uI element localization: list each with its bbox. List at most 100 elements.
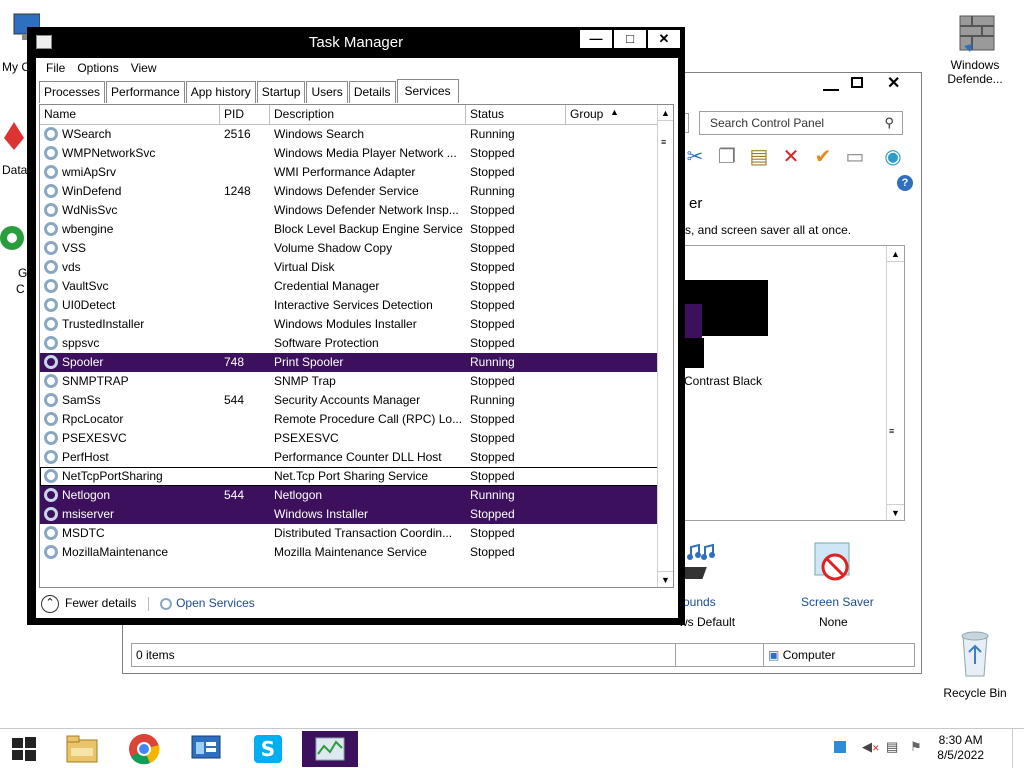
action-center-icon[interactable]: ⚑: [910, 739, 922, 755]
gear-icon: [44, 354, 58, 369]
scroll-thumb[interactable]: ≡: [889, 426, 894, 436]
service-description: Credential Manager: [274, 279, 380, 293]
volume-muted-icon[interactable]: ◀✕: [862, 739, 880, 755]
table-row[interactable]: TrustedInstaller Windows Modules Installe…: [40, 315, 660, 334]
delete-icon[interactable]: ✕: [779, 145, 803, 169]
tab-performance[interactable]: Performance: [106, 81, 185, 103]
service-status-cell: Stopped: [470, 201, 566, 220]
scroll-thumb[interactable]: ≡: [661, 137, 666, 147]
table-row[interactable]: NetTcpPortSharing Net.Tcp Port Sharing Se…: [40, 467, 660, 486]
service-description-cell: Security Accounts Manager: [274, 391, 466, 410]
tab-startup[interactable]: Startup: [256, 81, 306, 103]
table-row[interactable]: Netlogon 544 Netlogon Running: [40, 486, 660, 505]
scroll-down-button[interactable]: ▼: [887, 504, 904, 520]
shell-icon[interactable]: ◉: [881, 145, 905, 169]
screen-saver-link[interactable]: Screen Saver: [801, 595, 874, 609]
column-header-description[interactable]: Description: [270, 105, 466, 124]
maximize-button[interactable]: □: [614, 30, 646, 48]
table-row[interactable]: sppsvc Software Protection Stopped: [40, 334, 660, 353]
table-row[interactable]: PerfHost Performance Counter DLL Host Stop…: [40, 448, 660, 467]
service-description: Windows Installer: [274, 507, 369, 521]
file-explorer-button[interactable]: [54, 731, 110, 767]
desktop-icon-data[interactable]: Data: [0, 120, 30, 177]
table-row[interactable]: RpcLocator Remote Procedure Call (RPC) Lo…: [40, 410, 660, 429]
table-row[interactable]: MozillaMaintenance Mozilla Maintenance Se…: [40, 543, 660, 562]
table-row[interactable]: WMPNetworkSvc Windows Media Player Networ…: [40, 144, 660, 163]
desktop-icon-g[interactable]: G C: [0, 220, 30, 296]
start-button[interactable]: [0, 731, 48, 767]
properties-icon[interactable]: ▭: [843, 145, 867, 169]
tab-processes[interactable]: Processes: [39, 81, 106, 103]
close-button[interactable]: ✕: [648, 30, 680, 48]
table-row[interactable]: UI0Detect Interactive Services Detection S…: [40, 296, 660, 315]
close-button[interactable]: ✕: [887, 73, 900, 93]
sounds-icon[interactable]: [672, 539, 725, 587]
table-row[interactable]: SamSs 544 Security Accounts Manager Running: [40, 391, 660, 410]
skype-button[interactable]: S: [240, 731, 296, 767]
show-desktop-button[interactable]: [1012, 729, 1020, 768]
search-input[interactable]: Search Control Panel ⚲: [699, 111, 903, 135]
desktop-icon-recycle-bin[interactable]: Recycle Bin: [940, 630, 1010, 700]
sort-ascending-icon: ▲: [610, 107, 619, 117]
notification-icon[interactable]: [834, 741, 846, 753]
table-row[interactable]: VaultSvc Credential Manager Stopped: [40, 277, 660, 296]
minimize-button[interactable]: [823, 79, 839, 91]
column-header-group-label: Group: [570, 107, 604, 121]
menu-file[interactable]: File: [40, 60, 71, 78]
cut-icon[interactable]: ✂: [683, 145, 707, 169]
table-row[interactable]: PSEXESVC PSEXESVC Stopped: [40, 429, 660, 448]
screen-saver-icon[interactable]: [811, 539, 855, 587]
column-header-group[interactable]: Group ▲: [566, 105, 660, 124]
menu-options[interactable]: Options: [71, 60, 124, 78]
clock[interactable]: 8:30 AM 8/5/2022: [937, 733, 984, 763]
table-row[interactable]: Spooler 748 Print Spooler Running: [40, 353, 660, 372]
service-pid: 748: [224, 355, 245, 369]
fewer-details-button[interactable]: Fewer details: [65, 596, 136, 610]
help-icon[interactable]: ?: [897, 175, 913, 191]
minimize-button[interactable]: —: [580, 30, 612, 48]
theme-name: Contrast Black: [684, 374, 763, 388]
table-row[interactable]: msiserver Windows Installer Stopped: [40, 505, 660, 524]
column-header-pid[interactable]: PID: [220, 105, 270, 124]
desktop-icon-windows-defender[interactable]: Windows Defende...: [940, 12, 1010, 86]
chevron-up-icon[interactable]: ⌃: [41, 594, 59, 613]
scroll-up-button[interactable]: ▲: [658, 105, 673, 121]
table-row[interactable]: WSearch 2516 Windows Search Running: [40, 125, 660, 144]
table-row[interactable]: wmiApSrv WMI Performance Adapter Stopped: [40, 163, 660, 182]
table-scrollbar[interactable]: ▲ ≡ ▼: [657, 105, 673, 587]
task-manager-window[interactable]: Task Manager — □ ✕ File Options View Pro…: [27, 27, 685, 625]
checkmark-icon[interactable]: ✔: [811, 145, 835, 169]
scroll-down-button[interactable]: ▼: [658, 571, 673, 587]
scroll-up-button[interactable]: ▲: [887, 246, 904, 262]
column-header-name[interactable]: Name: [40, 105, 220, 124]
divider: [147, 596, 149, 611]
sounds-link[interactable]: ounds: [683, 595, 716, 609]
table-row[interactable]: SNMPTRAP SNMP Trap Stopped: [40, 372, 660, 391]
title-bar[interactable]: Task Manager — □ ✕: [28, 28, 684, 58]
tab-app-history[interactable]: App history: [185, 81, 256, 103]
network-icon[interactable]: ▤: [886, 739, 898, 755]
service-description-cell: Windows Defender Service: [274, 182, 466, 201]
table-row[interactable]: MSDTC Distributed Transaction Coordin... S…: [40, 524, 660, 543]
menu-view[interactable]: View: [125, 60, 163, 78]
paste-icon[interactable]: ▤: [747, 145, 771, 169]
tab-details[interactable]: Details: [348, 81, 396, 103]
table-row[interactable]: WdNisSvc Windows Defender Network Insp...…: [40, 201, 660, 220]
open-services-link[interactable]: Open Services: [176, 596, 255, 610]
server-manager-button[interactable]: [178, 731, 234, 767]
sounds-value: ws Default: [679, 615, 736, 629]
task-manager-taskbar-button[interactable]: [302, 731, 358, 767]
copy-icon[interactable]: ❐: [715, 145, 739, 169]
tab-users[interactable]: Users: [306, 81, 348, 103]
preview-scrollbar[interactable]: ▲ ≡ ▼: [886, 246, 904, 520]
table-row[interactable]: VSS Volume Shadow Copy Stopped: [40, 239, 660, 258]
maximize-button[interactable]: [851, 77, 863, 88]
table-row[interactable]: wbengine Block Level Backup Engine Servic…: [40, 220, 660, 239]
tab-services[interactable]: Services: [396, 79, 459, 103]
table-row[interactable]: WinDefend 1248 Windows Defender Service Run…: [40, 182, 660, 201]
service-name-cell: WSearch: [42, 125, 218, 144]
chrome-button[interactable]: [116, 731, 172, 767]
table-row[interactable]: vds Virtual Disk Stopped: [40, 258, 660, 277]
column-header-status[interactable]: Status: [466, 105, 566, 124]
gear-icon: [44, 316, 58, 331]
